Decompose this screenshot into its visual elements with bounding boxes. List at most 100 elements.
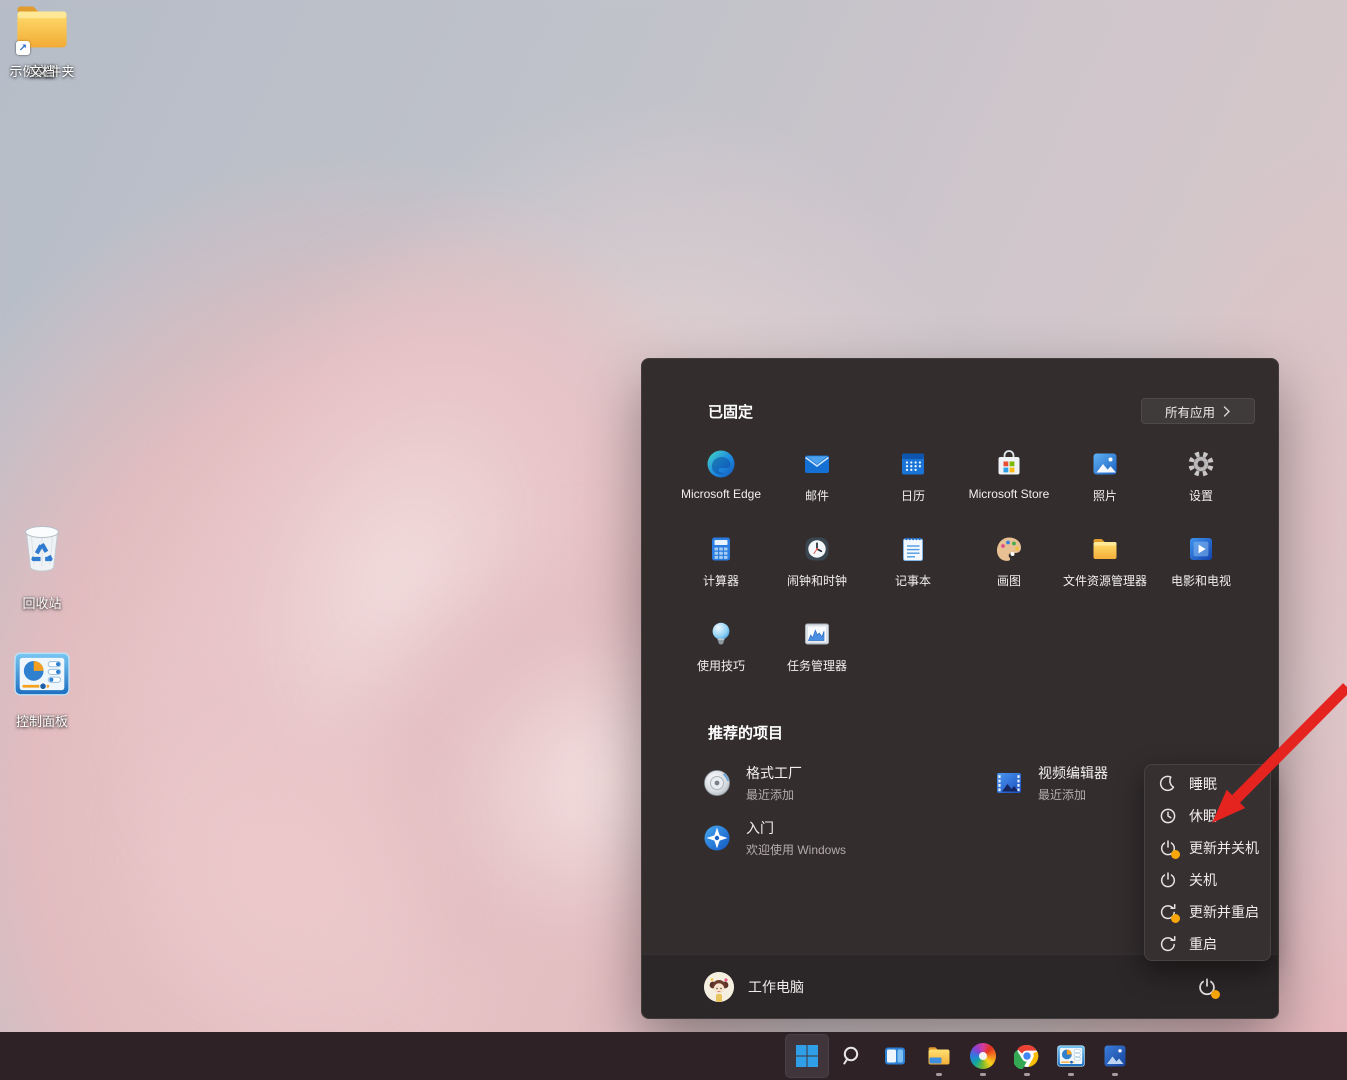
pinned-app-label: 闹钟和时钟 bbox=[787, 572, 847, 589]
video-editor-icon bbox=[993, 767, 1025, 799]
user-name[interactable]: 工作电脑 bbox=[748, 977, 804, 997]
tips-bulb-icon bbox=[705, 618, 737, 650]
pinned-app-photos[interactable]: 照片 bbox=[1057, 443, 1153, 528]
power-option-label: 重启 bbox=[1189, 934, 1217, 954]
pinned-app-label: Microsoft Store bbox=[969, 487, 1050, 501]
desktop-icon-label: 控制面板 bbox=[16, 711, 68, 730]
pinned-app-paint[interactable]: 画图 bbox=[961, 528, 1057, 613]
file-explorer-icon bbox=[1089, 533, 1121, 565]
photos-icon bbox=[1089, 448, 1121, 480]
pinwheel-browser-icon bbox=[970, 1043, 996, 1069]
all-apps-button[interactable]: 所有应用 bbox=[1141, 398, 1255, 424]
photos-icon bbox=[1102, 1043, 1128, 1069]
power-options-flyout: 睡眠 休眠 更新并关机 关机 bbox=[1144, 764, 1271, 961]
movies-tv-icon bbox=[1185, 533, 1217, 565]
pinned-app-calendar[interactable]: 日历 bbox=[865, 443, 961, 528]
recommended-item-get-started[interactable]: 入门 欢迎使用 Windows bbox=[698, 810, 990, 865]
shortcut-arrow-icon: ↗ bbox=[16, 41, 30, 55]
edge-icon bbox=[705, 448, 737, 480]
hibernate-clock-icon bbox=[1158, 806, 1178, 826]
desktop-icon-label: 回收站 bbox=[22, 593, 61, 612]
pinned-app-notepad[interactable]: 记事本 bbox=[865, 528, 961, 613]
update-badge bbox=[1171, 914, 1180, 923]
pinned-app-microsoft-edge[interactable]: Microsoft Edge bbox=[673, 443, 769, 528]
running-indicator bbox=[980, 1073, 986, 1076]
pinned-app-label: 文件资源管理器 bbox=[1063, 572, 1147, 589]
pinned-app-microsoft-store[interactable]: Microsoft Store bbox=[961, 443, 1057, 528]
pinned-app-label: 计算器 bbox=[703, 572, 739, 589]
power-option-restart[interactable]: 重启 bbox=[1145, 928, 1270, 960]
taskbar bbox=[0, 1032, 1347, 1080]
recommended-item-format-factory[interactable]: 格式工厂 最近添加 bbox=[698, 755, 990, 810]
file-explorer-button[interactable] bbox=[917, 1034, 961, 1078]
power-option-shutdown[interactable]: 关机 bbox=[1145, 864, 1270, 896]
update-badge bbox=[1171, 850, 1180, 859]
pinned-app-calculator[interactable]: 计算器 bbox=[673, 528, 769, 613]
pinned-app-settings[interactable]: 设置 bbox=[1153, 443, 1249, 528]
format-factory-icon bbox=[701, 767, 733, 799]
recycle-bin-icon bbox=[14, 520, 70, 589]
power-option-update-shutdown[interactable]: 更新并关机 bbox=[1145, 832, 1270, 864]
taskbar-icons bbox=[785, 1034, 1137, 1078]
get-started-icon bbox=[701, 822, 733, 854]
pinned-app-task-manager[interactable]: 任务管理器 bbox=[769, 613, 865, 698]
pinned-app-label: 任务管理器 bbox=[787, 657, 847, 674]
power-option-label: 更新并关机 bbox=[1189, 838, 1259, 858]
running-indicator bbox=[1112, 1073, 1118, 1076]
power-icon bbox=[1158, 838, 1178, 858]
desktop-icon-control-panel[interactable]: 控制面板 bbox=[0, 646, 84, 730]
mail-icon bbox=[801, 448, 833, 480]
chrome-button[interactable] bbox=[1005, 1034, 1049, 1078]
settings-gear-icon bbox=[1185, 448, 1217, 480]
pinned-app-label: 使用技巧 bbox=[697, 657, 745, 674]
recommended-item-title: 入门 bbox=[746, 818, 846, 838]
power-option-update-restart[interactable]: 更新并重启 bbox=[1145, 896, 1270, 928]
sleep-moon-icon bbox=[1158, 774, 1178, 794]
desktop-icon-documents-folder[interactable]: ↗ 文档 bbox=[0, 0, 84, 80]
photos-button[interactable] bbox=[1093, 1034, 1137, 1078]
pinned-section-header: 已固定 bbox=[708, 401, 753, 422]
task-view-button[interactable] bbox=[873, 1034, 917, 1078]
recommended-item-title: 格式工厂 bbox=[746, 763, 802, 783]
pinned-app-label: 电影和电视 bbox=[1171, 572, 1231, 589]
pinned-app-label: Microsoft Edge bbox=[681, 487, 761, 501]
power-icon bbox=[1196, 976, 1218, 998]
recommended-section-header: 推荐的项目 bbox=[708, 722, 783, 743]
windows-desktop: { "wallpaper": { "style": "windows-11-bl… bbox=[0, 0, 1347, 1080]
pinned-app-tips[interactable]: 使用技巧 bbox=[673, 613, 769, 698]
running-indicator bbox=[1024, 1073, 1030, 1076]
desktop-icon-recycle-bin[interactable]: 回收站 bbox=[0, 520, 84, 612]
pinwheel-browser-button[interactable] bbox=[961, 1034, 1005, 1078]
start-menu-user-bar: 工作电脑 bbox=[642, 954, 1278, 1018]
chrome-icon bbox=[1014, 1043, 1040, 1069]
pinned-app-label: 照片 bbox=[1093, 487, 1117, 504]
calculator-icon bbox=[705, 533, 737, 565]
desktop-icon-label: 文档 bbox=[29, 61, 55, 80]
power-option-label: 睡眠 bbox=[1189, 774, 1217, 794]
pinned-app-alarms-clock[interactable]: 闹钟和时钟 bbox=[769, 528, 865, 613]
power-button[interactable] bbox=[1191, 971, 1223, 1003]
power-option-sleep[interactable]: 睡眠 bbox=[1145, 768, 1270, 800]
pinned-app-file-explorer[interactable]: 文件资源管理器 bbox=[1057, 528, 1153, 613]
pinned-app-label: 画图 bbox=[997, 572, 1021, 589]
store-icon bbox=[993, 448, 1025, 480]
calendar-icon bbox=[897, 448, 929, 480]
pinned-app-label: 记事本 bbox=[895, 572, 931, 589]
wallpaper-bloom-petal bbox=[60, 640, 520, 1080]
all-apps-label: 所有应用 bbox=[1165, 402, 1215, 421]
restart-icon bbox=[1158, 902, 1178, 922]
task-view-icon bbox=[882, 1043, 908, 1069]
control-panel-button[interactable] bbox=[1049, 1034, 1093, 1078]
pinned-app-mail[interactable]: 邮件 bbox=[769, 443, 865, 528]
folder-icon: ↗ bbox=[13, 0, 71, 57]
pinned-app-movies-tv[interactable]: 电影和电视 bbox=[1153, 528, 1249, 613]
recommended-item-subtitle: 最近添加 bbox=[1038, 786, 1108, 803]
power-option-label: 关机 bbox=[1189, 870, 1217, 890]
user-avatar[interactable] bbox=[704, 972, 734, 1002]
power-option-hibernate[interactable]: 休眠 bbox=[1145, 800, 1270, 832]
start-button[interactable] bbox=[785, 1034, 829, 1078]
recommended-item-subtitle: 最近添加 bbox=[746, 786, 802, 803]
search-icon bbox=[838, 1043, 864, 1069]
task-manager-icon bbox=[801, 618, 833, 650]
search-button[interactable] bbox=[829, 1034, 873, 1078]
